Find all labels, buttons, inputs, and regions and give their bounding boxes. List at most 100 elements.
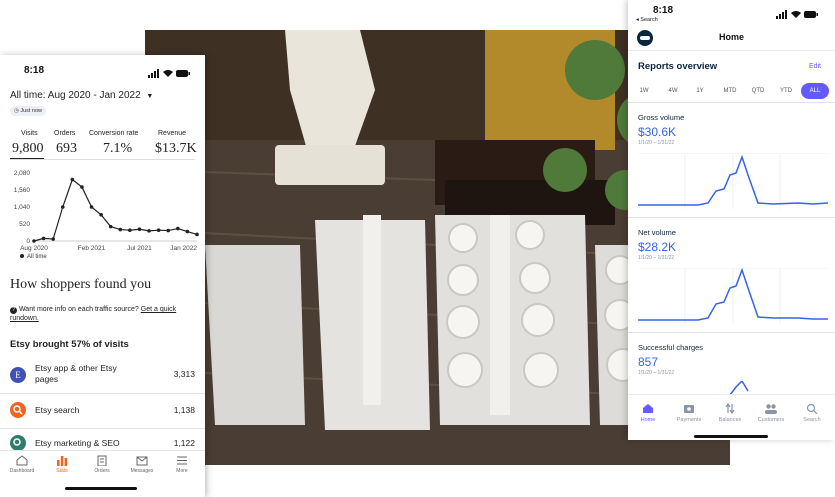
stripe-home-screen: 8:18 ◂ Search Home Reports overview Edit… xyxy=(628,0,835,440)
list-item[interactable]: E Etsy app & other Etsy pages 3,313 xyxy=(10,361,195,391)
header: 8:18 ◂ Search Home xyxy=(628,0,835,51)
data-point xyxy=(128,228,132,233)
range-4w[interactable]: 4W xyxy=(663,83,683,99)
metric-value-visits[interactable]: 9,800 xyxy=(12,141,44,157)
card-date: 1/1/20 – 1/31/22 xyxy=(638,140,675,146)
chevron-down-icon: ▼ xyxy=(146,93,154,100)
envelope-icon xyxy=(136,456,148,466)
source-label: Etsy app & other Etsy pages xyxy=(35,363,117,384)
data-point xyxy=(60,205,65,209)
question-icon: ? xyxy=(10,307,17,314)
metric-label-visits: Visits xyxy=(21,130,38,137)
visits-chart: 0 520 1,040 1,560 2,080 Aug 2020 Feb 2021 Jul 2… xyxy=(14,170,199,260)
charges-sparkline xyxy=(729,381,749,395)
x-tick-label: Jan 2022 xyxy=(170,245,197,252)
tab-customers[interactable]: Customers xyxy=(751,403,791,423)
metric-value-revenue[interactable]: $13.7K xyxy=(155,141,197,157)
card-title: Successful charges xyxy=(638,343,704,352)
time-range-selector: 1W 4W 1Y MTD QTD YTD ALL xyxy=(628,83,835,99)
x-tick-label: Jul 2021 xyxy=(127,245,152,252)
date-range-dropdown[interactable]: All time: Aug 2020 - Jan 2022 ▼ xyxy=(10,90,153,101)
gross-volume-sparkline xyxy=(638,153,828,209)
bottom-tab-bar: Home Payments Balances Customers Search xyxy=(628,394,835,440)
source-value: 1,138 xyxy=(173,405,195,415)
y-tick-label: 520 xyxy=(19,221,30,228)
source-value: 3,313 xyxy=(173,369,195,379)
range-1y[interactable]: 1Y xyxy=(691,83,709,99)
arrows-up-down-icon xyxy=(725,403,735,414)
list-item[interactable]: Etsy search 1,138 xyxy=(10,400,195,422)
successful-charges-card[interactable]: Successful charges 857 1/1/20 – 1/31/22 xyxy=(628,332,835,395)
card-value: $28.2K xyxy=(638,240,677,254)
tab-stats[interactable]: Stats xyxy=(44,455,80,474)
data-point xyxy=(89,205,94,209)
legend-label: All time xyxy=(27,254,47,260)
edit-button[interactable]: Edit xyxy=(809,63,821,70)
bar-chart-icon xyxy=(57,456,68,466)
status-time: 8:18 xyxy=(24,65,45,76)
card-date: 1/1/20 – 1/31/22 xyxy=(638,370,675,376)
home-indicator xyxy=(65,487,137,490)
etsy-stats-screen: 8:18 All time: Aug 2020 - Jan 2022 ▼ ◷ J… xyxy=(0,55,205,497)
hamburger-icon xyxy=(177,456,187,465)
tab-home[interactable]: Home xyxy=(628,403,668,423)
metric-value-conversion[interactable]: 7.1% xyxy=(103,141,132,157)
tab-balances[interactable]: Balances xyxy=(710,403,750,423)
updated-badge: ◷ Just now xyxy=(10,106,46,116)
home-icon xyxy=(643,404,653,413)
data-point xyxy=(176,226,180,231)
signal-wifi-battery-icon xyxy=(776,10,818,19)
date-range-label: All time: Aug 2020 - Jan 2022 xyxy=(10,90,141,101)
section-title: How shoppers found you xyxy=(10,277,152,292)
legend-marker xyxy=(20,254,24,258)
data-point xyxy=(185,229,190,234)
card-value: 857 xyxy=(638,355,659,369)
tab-search[interactable]: Search xyxy=(792,403,832,423)
tab-more[interactable]: More xyxy=(164,455,200,474)
back-to-search-link[interactable]: ◂ Search xyxy=(636,17,658,23)
bottom-tab-bar: Dashboard Stats Orders Messages More xyxy=(0,450,205,497)
info-text: ? Want more info on each traffic source?… xyxy=(10,306,177,322)
data-point xyxy=(118,227,123,232)
status-time: 8:18 xyxy=(653,5,674,16)
status-icons xyxy=(776,6,818,24)
magnifier-icon xyxy=(10,435,26,451)
divider xyxy=(0,428,205,429)
range-qtd[interactable]: QTD xyxy=(747,83,769,99)
tab-dashboard[interactable]: Dashboard xyxy=(4,455,40,474)
tab-orders[interactable]: Orders xyxy=(84,455,120,474)
y-tick-label: 2,080 xyxy=(14,170,31,177)
divider xyxy=(0,393,205,394)
list-item[interactable]: Etsy marketing & SEO 1,122 xyxy=(10,435,195,451)
net-volume-card[interactable]: Net volume $28.2K 1/1/20 – 1/31/22 xyxy=(628,217,835,332)
back-arrow-icon: ◂ xyxy=(636,17,639,23)
search-people-icon xyxy=(10,402,26,418)
data-point xyxy=(32,239,36,243)
home-icon xyxy=(16,455,28,466)
metric-label-revenue: Revenue xyxy=(158,130,187,137)
data-point xyxy=(51,237,55,241)
etsy-e-icon: E xyxy=(10,367,26,383)
range-1w[interactable]: 1W xyxy=(636,83,652,99)
people-icon xyxy=(765,404,777,414)
y-tick-label: 0 xyxy=(26,238,30,245)
gross-volume-card[interactable]: Gross volume $30.6K 1/1/20 – 1/31/22 xyxy=(628,102,835,217)
y-tick-label: 1,560 xyxy=(14,187,31,194)
traffic-subheading: Etsy brought 57% of visits xyxy=(10,339,129,350)
visits-series-line xyxy=(33,178,198,242)
metric-value-orders[interactable]: 693 xyxy=(56,141,77,157)
tab-payments[interactable]: Payments xyxy=(669,403,709,423)
range-mtd[interactable]: MTD xyxy=(719,83,741,99)
range-all[interactable]: ALL xyxy=(801,83,829,99)
source-label: Etsy marketing & SEO xyxy=(35,438,120,448)
source-value: 1,122 xyxy=(173,438,195,448)
range-ytd[interactable]: YTD xyxy=(775,83,797,99)
data-point xyxy=(80,185,84,189)
card-date: 1/1/20 – 1/31/22 xyxy=(638,255,675,261)
metric-label-orders: Orders xyxy=(54,130,76,137)
tab-messages[interactable]: Messages xyxy=(124,455,160,474)
card-value: $30.6K xyxy=(638,125,677,139)
clock-icon: ◷ xyxy=(13,108,19,114)
data-point xyxy=(195,232,199,237)
net-volume-sparkline xyxy=(638,268,828,324)
